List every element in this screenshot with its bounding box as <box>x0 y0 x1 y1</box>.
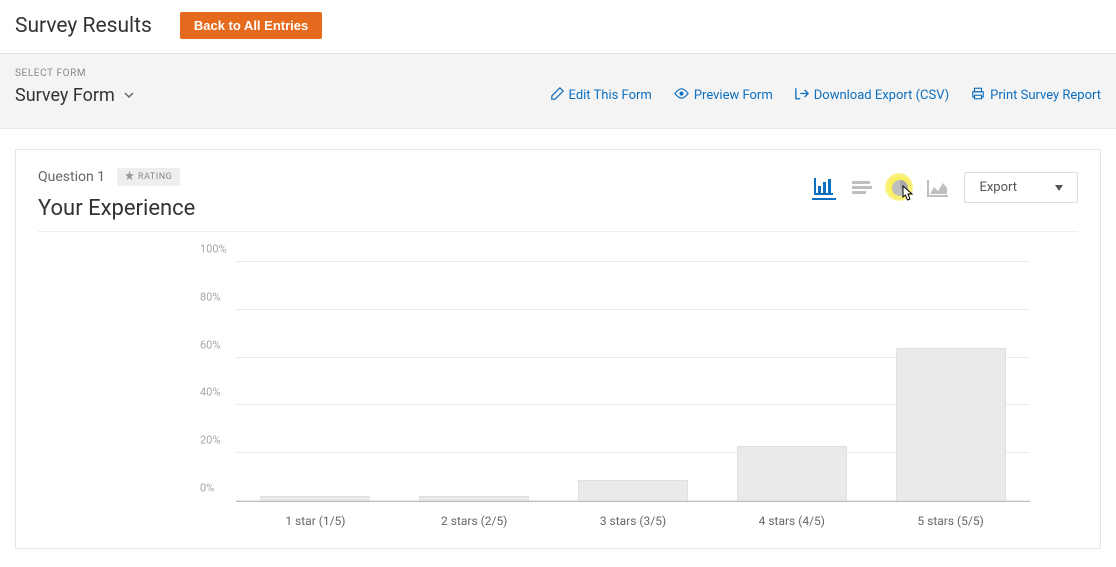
x-tick-label: 1 star (1/5) <box>236 514 395 528</box>
select-form-label: SELECT FORM <box>15 68 1101 79</box>
y-tick-label: 80% <box>200 290 220 303</box>
page-title: Survey Results <box>15 14 152 38</box>
eye-icon <box>674 87 689 104</box>
form-select-value: Survey Form <box>15 85 115 106</box>
x-tick-label: 4 stars (4/5) <box>712 514 871 528</box>
bar <box>260 496 370 501</box>
x-tick-label: 3 stars (3/5) <box>554 514 713 528</box>
top-bar: Survey Results Back to All Entries <box>0 0 1116 54</box>
bars-container <box>236 262 1030 501</box>
export-dropdown[interactable]: Export <box>964 172 1078 203</box>
bar-wrap <box>554 262 713 501</box>
y-tick-label: 60% <box>200 338 220 351</box>
export-label: Export <box>979 180 1017 195</box>
bar <box>896 348 1006 501</box>
question-card: Question 1 RATING Your Experience <box>15 149 1101 549</box>
print-report-label: Print Survey Report <box>990 88 1101 103</box>
chart-plot: 0%20%40%60%80%100% <box>236 262 1030 502</box>
chart-tools: Export <box>812 172 1078 203</box>
pie-chart-button[interactable] <box>888 176 912 200</box>
y-tick-label: 0% <box>200 482 214 495</box>
action-links: Edit This Form Preview Form Download Exp… <box>551 87 1101 104</box>
caret-down-icon <box>1055 180 1063 195</box>
bar-wrap <box>712 262 871 501</box>
chart-area: 0%20%40%60%80%100% 1 star (1/5)2 stars (… <box>16 232 1100 548</box>
preview-form-link[interactable]: Preview Form <box>674 87 773 104</box>
question-type-badge: RATING <box>117 168 180 186</box>
area-chart-button[interactable] <box>926 176 950 200</box>
x-tick-label: 5 stars (5/5) <box>871 514 1030 528</box>
export-icon <box>795 87 809 104</box>
edit-form-link[interactable]: Edit This Form <box>551 87 652 104</box>
question-title: Your Experience <box>38 196 195 221</box>
bar-chart-button[interactable] <box>812 176 836 200</box>
bar-wrap <box>236 262 395 501</box>
download-export-label: Download Export (CSV) <box>814 88 949 103</box>
bar-wrap <box>871 262 1030 501</box>
x-axis-labels: 1 star (1/5)2 stars (2/5)3 stars (3/5)4 … <box>236 514 1030 528</box>
print-report-link[interactable]: Print Survey Report <box>971 87 1101 104</box>
y-tick-label: 20% <box>200 434 220 447</box>
star-icon <box>125 171 134 183</box>
y-tick-label: 40% <box>200 386 220 399</box>
bar <box>737 446 847 501</box>
back-to-entries-button[interactable]: Back to All Entries <box>180 12 322 39</box>
question-badge-label: RATING <box>138 172 172 182</box>
print-icon <box>971 87 985 104</box>
question-number: Question 1 <box>38 169 105 185</box>
filter-section: SELECT FORM Survey Form Edit This Form P… <box>0 54 1116 129</box>
form-select-dropdown[interactable]: Survey Form <box>15 85 135 106</box>
bar <box>578 480 688 502</box>
download-export-link[interactable]: Download Export (CSV) <box>795 87 949 104</box>
edit-form-label: Edit This Form <box>569 88 652 103</box>
chevron-down-icon <box>123 85 135 106</box>
x-tick-label: 2 stars (2/5) <box>395 514 554 528</box>
horizontal-bar-button[interactable] <box>850 176 874 200</box>
pencil-icon <box>551 87 564 104</box>
bar-wrap <box>395 262 554 501</box>
preview-form-label: Preview Form <box>694 88 773 103</box>
bar <box>419 496 529 501</box>
y-tick-label: 100% <box>200 243 227 256</box>
